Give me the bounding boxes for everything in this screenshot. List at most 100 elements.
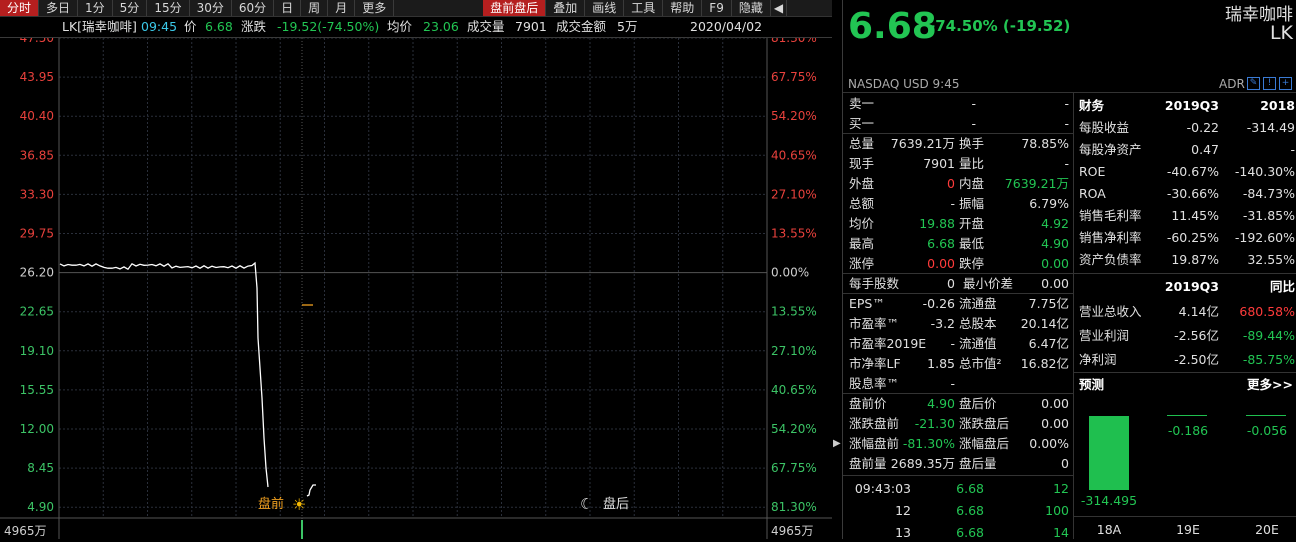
tab-period-5[interactable]: 30分 — [190, 0, 232, 16]
extended-hours-row-value: 4.90 — [927, 396, 955, 411]
finance-col4-header: 同比 — [1269, 279, 1295, 294]
right-tick-label: 27.10% — [771, 344, 817, 358]
amount-caption: 成交金额 — [556, 19, 607, 34]
quote-info-bar: LK[瑞幸咖啡] 09:45 价 6.68 涨跌 -19.52(-74.50%)… — [0, 17, 832, 38]
stat-row-value: 6.68 — [927, 236, 955, 251]
left-tick-label: 47.50 — [20, 38, 54, 45]
stat-row-value: - — [950, 196, 955, 211]
finance-row-value2: -140.30% — [1234, 164, 1295, 179]
collapse-icon[interactable]: ◀ — [771, 0, 788, 16]
tab-period-7[interactable]: 日 — [274, 0, 302, 16]
tool-button-3[interactable]: 工具 — [624, 0, 664, 16]
finance-row-label: ROA — [1079, 186, 1106, 201]
orderbook-row-label: 买一 — [849, 115, 875, 131]
left-tick-label: 22.65 — [20, 305, 54, 319]
right-tick-label: 0.00% — [771, 266, 809, 280]
current-price-line — [306, 484, 316, 497]
expand-arrow-icon[interactable]: ▶ — [833, 438, 841, 449]
left-tick-label: 36.85 — [20, 148, 54, 162]
big-price: 6.68 — [848, 6, 937, 47]
edit-icon[interactable]: ✎ — [1247, 77, 1260, 90]
tool-button-4[interactable]: 帮助 — [663, 0, 703, 16]
left-tick-label: 19.10 — [20, 344, 54, 358]
right-tick-label: 81.30% — [771, 500, 817, 514]
tab-period-8[interactable]: 周 — [301, 0, 329, 16]
tick-row-volume: 14 — [1053, 525, 1069, 540]
quote-panel: 6.68 -74.50% (-19.52) 瑞幸咖啡 LK NASDAQ USD… — [842, 0, 1296, 540]
stat-row-value: 19.88 — [919, 216, 955, 231]
extended-hours-row-value2: 0.00% — [1029, 436, 1069, 451]
adr-label: ADR — [1219, 77, 1245, 91]
stock-code: LK — [1269, 22, 1293, 44]
left-tick-label: 4.90 — [27, 500, 54, 514]
price-line — [59, 261, 269, 488]
change-caption: 涨跌 — [241, 19, 267, 34]
left-tick-label: 8.45 — [27, 461, 54, 475]
valuation-row-value2: 16.82亿 — [1020, 356, 1069, 371]
price-value: 6.68 — [205, 19, 233, 34]
valuation-row-value2: 20.14亿 — [1020, 316, 1069, 331]
amount-value: 5万 — [617, 19, 638, 34]
income-row-yoy: -85.75% — [1242, 352, 1295, 367]
right-tick-label: 27.10% — [771, 187, 817, 201]
forecast-bar — [1246, 415, 1286, 416]
left-tick-label: 12.00 — [20, 422, 54, 436]
stat-row-value2: 4.92 — [1041, 216, 1069, 231]
lot-row-value2: 0.00 — [1041, 276, 1069, 291]
extended-hours-row-value: -81.30% — [902, 436, 955, 451]
orderbook-row-price: - — [971, 96, 976, 111]
forecast-year-label: 20E — [1255, 522, 1279, 537]
avg-caption: 均价 — [387, 19, 413, 34]
valuation-row-value2: 6.47亿 — [1028, 336, 1069, 351]
volume-value: 7901 — [515, 19, 547, 34]
right-tick-label: 40.65% — [771, 148, 817, 162]
change-value: -19.52(-74.50%) — [277, 19, 380, 34]
valuation-row-value: - — [950, 336, 955, 351]
extended-hours-row-value2: 0.00 — [1041, 416, 1069, 431]
forecast-year-label: 18A — [1096, 522, 1122, 537]
extended-hours-row-value2: 0.00 — [1041, 396, 1069, 411]
market-label: NASDAQ USD 9:45 — [848, 77, 960, 91]
forecast-bar — [1167, 415, 1207, 416]
tool-button-1[interactable]: 叠加 — [546, 0, 586, 16]
valuation-row-value: -0.26 — [922, 296, 955, 311]
right-tick-label: 67.75% — [771, 461, 817, 475]
finance-row-value2: -84.73% — [1242, 186, 1295, 201]
finance-row-value2: -192.60% — [1234, 230, 1295, 245]
forecast-more-link: 更多>> — [1247, 377, 1293, 392]
avg-value: 23.06 — [423, 19, 459, 34]
stat-row-value2: - — [1064, 156, 1069, 171]
tool-button-2[interactable]: 画线 — [585, 0, 625, 16]
tab-period-2[interactable]: 1分 — [78, 0, 113, 16]
forecast-bar — [1089, 416, 1129, 490]
add-icon[interactable]: + — [1279, 77, 1292, 90]
sun-icon: ☀ — [292, 495, 306, 514]
tab-period-0[interactable]: 分时 — [0, 0, 40, 16]
tool-button-5[interactable]: F9 — [702, 0, 732, 16]
tab-period-9[interactable]: 月 — [328, 0, 356, 16]
tab-period-10[interactable]: 更多 — [355, 0, 395, 16]
tab-period-6[interactable]: 60分 — [232, 0, 275, 16]
stat-row-value2: 7639.21万 — [1004, 176, 1069, 191]
tab-period-1[interactable]: 多日 — [39, 0, 79, 16]
forecast-title: 预测 — [1079, 377, 1105, 392]
forecast-year-label: 19E — [1176, 522, 1200, 537]
tick-row-volume: 12 — [1053, 481, 1069, 496]
valuation-row-value: - — [950, 376, 955, 391]
tool-button-6[interactable]: 隐藏 — [732, 0, 771, 16]
orderbook-row-price: - — [971, 115, 976, 131]
alert-icon[interactable]: ! — [1263, 77, 1276, 90]
stat-row-value2: 0.00 — [1041, 256, 1069, 271]
tab-period-3[interactable]: 5分 — [113, 0, 148, 16]
intraday-chart[interactable]: 47.50 43.95 40.40 36.85 33.30 29.75 26.20 22.65… — [0, 38, 832, 539]
volume-caption: 成交量 — [467, 19, 505, 34]
extended-hours-row-value2: 0 — [1061, 456, 1069, 471]
valuation-row-value: 1.85 — [927, 356, 955, 371]
income-row-yoy: 680.58% — [1239, 304, 1295, 319]
tab-period-4[interactable]: 15分 — [147, 0, 190, 16]
tick-row-volume: 100 — [1045, 503, 1069, 518]
date-label: 2020/04/02 — [690, 19, 763, 34]
orderbook-row-volume: - — [1064, 96, 1069, 111]
left-tick-label: 26.20 — [20, 266, 54, 280]
tool-button-0[interactable]: 盘前盘后 — [483, 0, 547, 16]
